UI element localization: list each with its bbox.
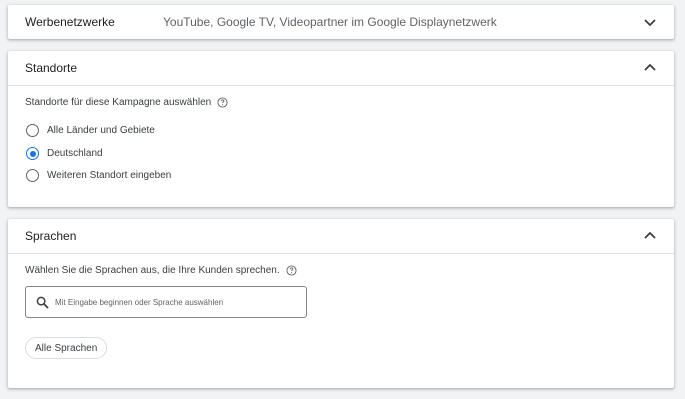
locations-prompt: Standorte für diese Kampagne auswählen (25, 97, 228, 108)
chevron-up-icon[interactable] (642, 60, 658, 76)
radio-option-germany[interactable]: Deutschland (26, 147, 103, 160)
search-icon (36, 296, 49, 308)
language-search-field[interactable] (25, 286, 307, 318)
locations-prompt-text: Standorte für diese Kampagne auswählen (25, 97, 212, 108)
radio-label: Deutschland (47, 148, 103, 159)
networks-header[interactable]: Werbenetzwerke YouTube, Google TV, Video… (8, 5, 674, 39)
networks-summary: YouTube, Google TV, Videopartner im Goog… (163, 15, 497, 29)
radio-label: Alle Länder und Gebiete (47, 125, 155, 136)
languages-header[interactable]: Sprachen (8, 219, 674, 253)
chevron-up-icon[interactable] (642, 228, 658, 244)
chevron-down-icon[interactable] (642, 14, 658, 30)
radio-option-other-location[interactable]: Weiteren Standort eingeben (26, 169, 171, 182)
all-languages-chip[interactable]: Alle Sprachen (25, 337, 108, 359)
languages-prompt-text: Wählen Sie die Sprachen aus, die Ihre Ku… (25, 265, 280, 276)
languages-title: Sprachen (25, 229, 77, 243)
networks-card: Werbenetzwerke YouTube, Google TV, Video… (8, 5, 674, 39)
languages-prompt: Wählen Sie die Sprachen aus, die Ihre Ku… (25, 265, 297, 276)
locations-card: Standorte Standorte für diese Kampagne a… (8, 51, 674, 207)
radio-button[interactable] (26, 124, 39, 137)
networks-title: Werbenetzwerke (25, 15, 115, 29)
languages-divider (8, 253, 674, 254)
help-icon[interactable] (217, 97, 228, 108)
radio-option-all-countries[interactable]: Alle Länder und Gebiete (26, 124, 155, 137)
locations-divider (8, 85, 674, 86)
language-search-input[interactable] (55, 297, 295, 307)
radio-button-selected[interactable] (26, 147, 39, 160)
languages-card: Sprachen Wählen Sie die Sprachen aus, di… (8, 219, 674, 388)
locations-title: Standorte (25, 61, 78, 75)
help-icon[interactable] (286, 265, 297, 276)
radio-label: Weiteren Standort eingeben (47, 170, 172, 181)
radio-button[interactable] (26, 169, 39, 182)
locations-header[interactable]: Standorte (8, 51, 674, 85)
